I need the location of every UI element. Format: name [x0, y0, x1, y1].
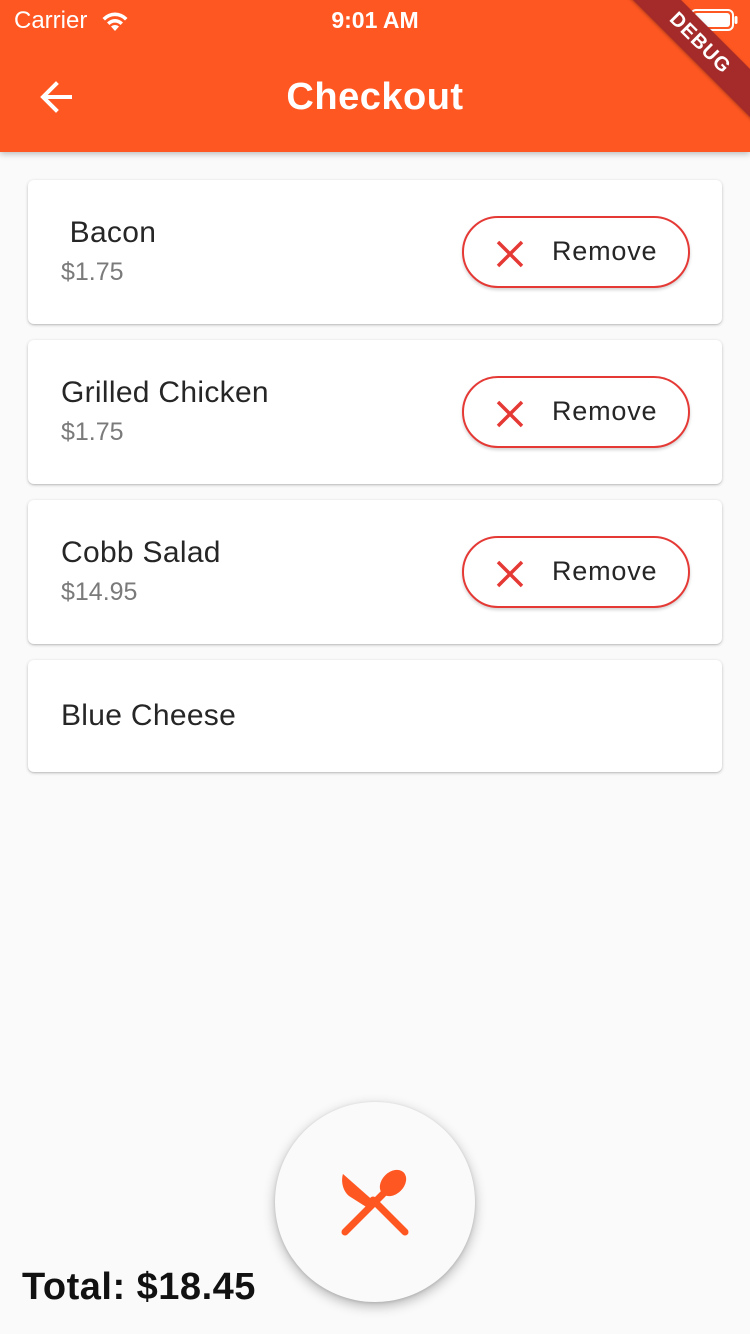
- order-total: Total: $18.45: [22, 1266, 256, 1308]
- close-icon: [496, 560, 524, 588]
- item-name: Blue Cheese: [61, 699, 237, 732]
- item-price: $14.95: [61, 578, 138, 606]
- cart-item-card: Grilled Chicken $1.75 Remove: [28, 340, 722, 484]
- item-name: Bacon: [61, 216, 157, 249]
- cart-item-card: Bacon $1.75 Remove: [28, 180, 722, 324]
- cart-item-card: Blue Cheese: [28, 660, 722, 772]
- item-name: Grilled Chicken: [61, 376, 269, 409]
- page-title: Checkout: [286, 76, 464, 118]
- item-price: $1.75: [61, 258, 124, 286]
- utensils-icon: [341, 1169, 409, 1236]
- cart-item-card: Cobb Salad $14.95 Remove: [28, 500, 722, 644]
- menu-fab[interactable]: [275, 1102, 475, 1302]
- close-icon: [496, 240, 524, 268]
- item-price: $1.75: [61, 418, 124, 446]
- remove-button-label: Remove: [552, 396, 658, 426]
- status-time: 9:01 AM: [331, 7, 419, 33]
- item-name: Cobb Salad: [61, 536, 221, 569]
- app-bar: Carrier 9:01 AM Checkout DEBUG: [0, 0, 750, 152]
- remove-button-label: Remove: [552, 236, 658, 266]
- status-bar: Carrier 9:01 AM: [0, 0, 750, 40]
- close-icon: [496, 400, 524, 428]
- remove-button[interactable]: Remove: [462, 376, 690, 448]
- remove-button[interactable]: Remove: [462, 536, 690, 608]
- remove-button-label: Remove: [552, 556, 658, 586]
- remove-button[interactable]: Remove: [462, 216, 690, 288]
